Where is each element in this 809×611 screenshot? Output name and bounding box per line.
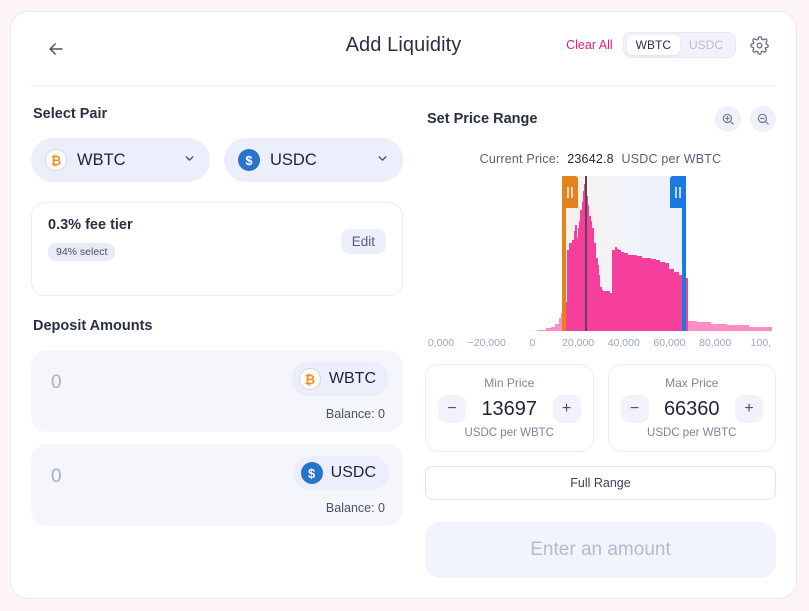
deposit-balance-usdc: Balance: 0 xyxy=(325,501,385,515)
max-price-decrement-button[interactable]: − xyxy=(620,395,649,423)
fee-tier-info: 0.3% fee tier 94% select xyxy=(48,217,341,261)
current-price-line xyxy=(585,176,588,331)
right-column: Set Price Range Current Price: 23642.8 U… xyxy=(403,86,776,578)
chevron-down-icon xyxy=(183,152,196,168)
x-axis-tick: 20,000 xyxy=(562,337,595,349)
min-price-label: Min Price xyxy=(484,376,535,390)
min-price-value[interactable]: 13697 xyxy=(466,398,553,421)
min-handle-grip[interactable] xyxy=(561,176,578,208)
max-price-increment-button[interactable]: + xyxy=(735,395,763,423)
toggle-option-wbtc[interactable]: WBTC xyxy=(626,35,680,55)
max-price-unit: USDC per WBTC xyxy=(647,427,737,439)
header: Add Liquidity Clear All WBTC USDC xyxy=(31,12,776,86)
pair-selector-row: ₿ WBTC $ USDC xyxy=(31,138,403,182)
usd-coin-icon: $ xyxy=(300,462,323,484)
deposit-token-usdc-label: USDC xyxy=(330,464,376,481)
base-token-toggle[interactable]: WBTC USDC xyxy=(622,32,736,58)
x-axis-tick: 100, xyxy=(750,337,772,349)
chart-x-axis: 0,000 −20,000 0 20,000 40,000 60,000 80,000 100… xyxy=(425,333,776,355)
fee-tier-card: 0.3% fee tier 94% select Edit xyxy=(31,202,403,296)
current-price-label: Current Price: xyxy=(479,152,560,166)
x-axis-tick: 0,000 xyxy=(427,337,455,349)
body: Select Pair ₿ WBTC $ USDC 0.3% fee tier … xyxy=(11,86,796,578)
usd-coin-icon: $ xyxy=(238,149,260,171)
max-price-stepper: − 66360 + xyxy=(620,395,763,423)
token-b-select[interactable]: $ USDC xyxy=(224,138,403,182)
liquidity-bar xyxy=(749,326,773,331)
price-range-header: Set Price Range xyxy=(425,106,776,132)
current-price-value: 23642.8 xyxy=(567,152,614,166)
fee-tier-edit-button[interactable]: Edit xyxy=(340,229,386,254)
chart-plot-area[interactable] xyxy=(425,176,776,331)
token-b-label: USDC xyxy=(270,150,317,169)
deposit-token-wbtc-label: WBTC xyxy=(328,370,376,387)
liquidity-bar xyxy=(710,323,727,331)
min-price-decrement-button[interactable]: − xyxy=(438,395,466,423)
header-actions: Clear All WBTC USDC xyxy=(566,32,772,58)
current-price: Current Price: 23642.8 USDC per WBTC xyxy=(425,152,776,166)
deposit-amount-usdc[interactable]: 0 xyxy=(51,466,62,488)
liquidity-bar xyxy=(696,322,711,331)
x-axis-tick: 60,000 xyxy=(653,337,686,349)
token-a-label: WBTC xyxy=(77,150,126,169)
bitcoin-icon: ₿ xyxy=(298,368,321,390)
zoom-out-icon[interactable] xyxy=(750,106,776,132)
min-price-stepper: − 13697 + xyxy=(438,395,581,423)
max-price-value[interactable]: 66360 xyxy=(649,398,736,421)
deposit-row-wbtc: 0 ₿ WBTC Balance: 0 xyxy=(31,350,403,432)
x-axis-tick: −20,000 xyxy=(467,337,506,349)
liquidity-bars xyxy=(425,176,776,331)
deposit-token-wbtc[interactable]: ₿ WBTC xyxy=(290,362,389,396)
liquidity-chart[interactable]: 0,000 −20,000 0 20,000 40,000 60,000 80,000 100… xyxy=(425,176,776,356)
min-price-handle[interactable] xyxy=(561,176,578,331)
max-price-handle[interactable] xyxy=(670,176,686,331)
x-axis-tick: 40,000 xyxy=(607,337,640,349)
bitcoin-icon: ₿ xyxy=(45,149,67,171)
token-a-select[interactable]: ₿ WBTC xyxy=(31,138,210,182)
x-axis-tick: 80,000 xyxy=(699,337,732,349)
set-price-range-title: Set Price Range xyxy=(427,111,538,127)
toggle-option-usdc[interactable]: USDC xyxy=(680,35,732,55)
deposit-amounts-title: Deposit Amounts xyxy=(33,318,153,334)
min-price-card: Min Price − 13697 + USDC per WBTC xyxy=(425,364,594,452)
max-handle-grip[interactable] xyxy=(670,176,686,208)
current-price-unit: USDC per WBTC xyxy=(621,152,722,166)
max-price-card: Max Price − 66360 + USDC per WBTC xyxy=(607,364,776,452)
select-pair-title: Select Pair xyxy=(33,106,108,122)
full-range-button[interactable]: Full Range xyxy=(425,466,776,500)
submit-button[interactable]: Enter an amount xyxy=(425,522,776,578)
max-price-label: Max Price xyxy=(665,376,719,390)
gear-icon[interactable] xyxy=(746,32,772,58)
x-axis-tick: 0 xyxy=(529,337,536,349)
zoom-in-icon[interactable] xyxy=(715,106,741,132)
chevron-down-icon xyxy=(376,152,389,168)
fee-tier-title: 0.3% fee tier xyxy=(48,217,133,233)
min-price-unit: USDC per WBTC xyxy=(464,427,554,439)
deposit-token-usdc[interactable]: $ USDC xyxy=(292,456,389,490)
deposit-balance-wbtc: Balance: 0 xyxy=(325,407,385,421)
liquidity-bar xyxy=(687,320,697,331)
clear-all-button[interactable]: Clear All xyxy=(566,38,613,52)
deposit-row-usdc: 0 $ USDC Balance: 0 xyxy=(31,444,403,526)
fee-tier-badge: 94% select xyxy=(48,243,116,261)
price-inputs-row: Min Price − 13697 + USDC per WBTC Max Pr… xyxy=(425,364,776,452)
deposit-amount-wbtc[interactable]: 0 xyxy=(51,372,62,394)
left-column: Select Pair ₿ WBTC $ USDC 0.3% fee tier … xyxy=(31,86,403,578)
liquidity-bar xyxy=(726,325,750,331)
add-liquidity-card: Add Liquidity Clear All WBTC USDC Select… xyxy=(10,11,797,599)
min-price-increment-button[interactable]: + xyxy=(552,395,581,423)
